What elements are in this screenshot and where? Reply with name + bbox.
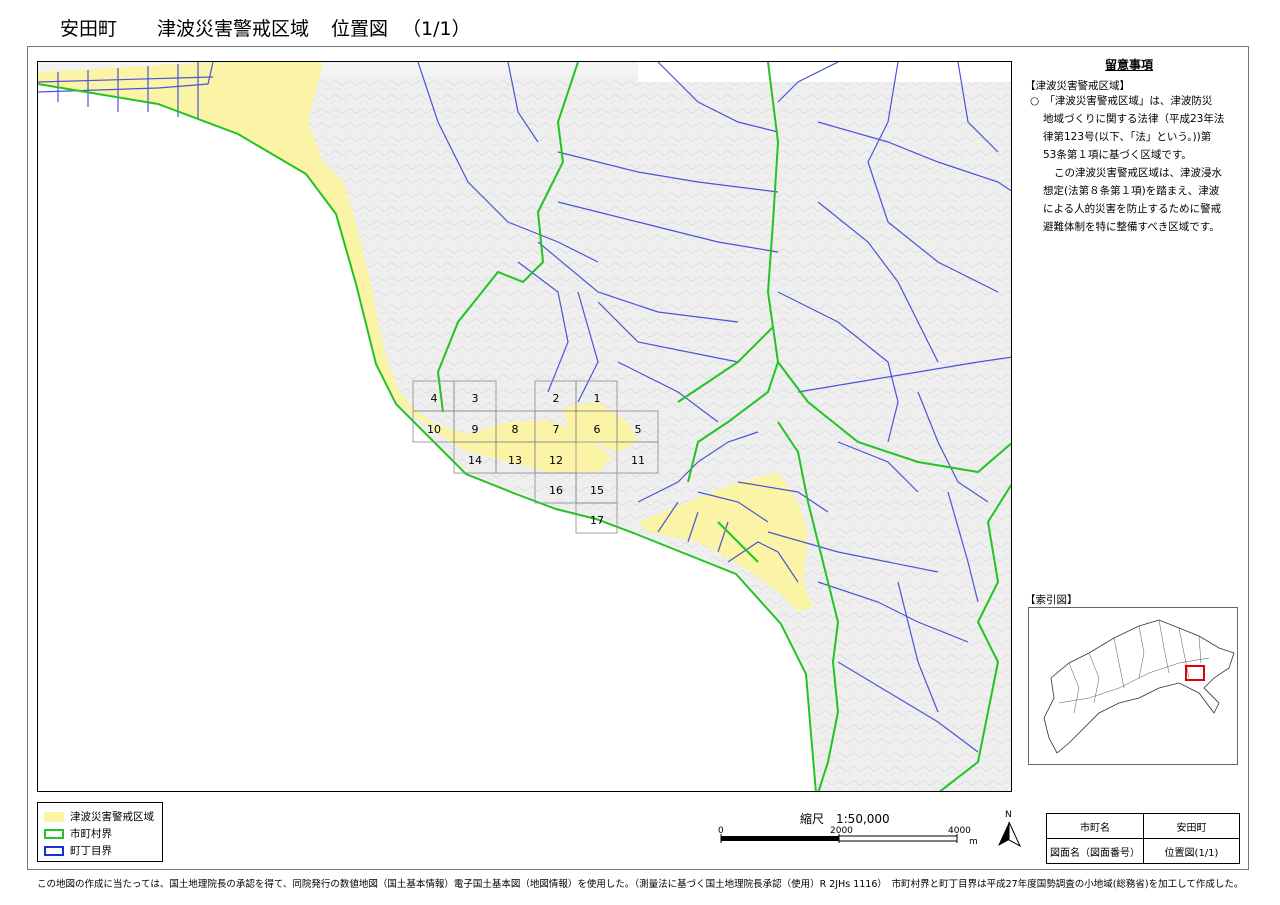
index-map-canvas <box>1043 619 1235 754</box>
note-line-6: 想定(法第８条第１項)を踏まえ、津波 <box>1043 185 1220 197</box>
scale-tick-4000: 4000 <box>948 826 971 836</box>
note-line-2: 地域づくりに関する法律（平成23年法 <box>1043 113 1225 125</box>
legend-item-hazard: 津波災害警戒区域 <box>44 809 154 823</box>
info-label-sheet: 図面名（図面番号） <box>1046 838 1144 864</box>
title-town: 安田町 <box>60 18 118 40</box>
tile-label-14: 14 <box>468 454 482 467</box>
notes-title: 留意事項 <box>1104 58 1153 72</box>
map-title: 安田町 津波災害警戒区域 位置図 （1/1） <box>60 14 471 41</box>
legend-swatch-municipal <box>44 829 64 839</box>
tile-label-17: 17 <box>590 514 604 527</box>
index-map[interactable] <box>1028 607 1238 765</box>
info-value-sheet: 位置図(1/1) <box>1143 838 1240 864</box>
north-arrow-icon: N <box>996 810 1022 848</box>
tile-label-5: 5 <box>635 423 642 436</box>
info-row-sheet: 図面名（図面番号） 位置図(1/1) <box>1046 838 1240 864</box>
legend-item-district: 町丁目界 <box>44 843 112 857</box>
tile-label-11: 11 <box>631 454 645 467</box>
tile-label-3: 3 <box>472 392 479 405</box>
legend-label-municipal: 市町村界 <box>70 828 112 840</box>
legend: 津波災害警戒区域 市町村界 町丁目界 <box>37 802 163 862</box>
title-subject: 津波災害警戒区域 <box>157 18 310 40</box>
scale-label: 縮尺 1:50,000 <box>800 812 890 826</box>
footer-credit: この地図の作成に当たっては、国土地理院長の承認を得て、同院発行の数値地図（国土基… <box>37 879 1244 890</box>
info-value-town: 安田町 <box>1143 813 1240 839</box>
tile-label-1: 1 <box>594 392 601 405</box>
tile-label-7: 7 <box>553 423 560 436</box>
scale-tick-0: 0 <box>718 826 724 836</box>
info-row-town: 市町名 安田町 <box>1046 813 1240 839</box>
note-line-3: 律第123号(以下、「法」という。))第 <box>1043 131 1212 143</box>
tile-label-4: 4 <box>431 392 438 405</box>
note-line-4: 53条第１項に基づく区域です。 <box>1043 149 1192 161</box>
tile-label-9: 9 <box>472 423 479 436</box>
scale-unit: m <box>969 837 978 847</box>
title-page: （1/1） <box>402 18 471 40</box>
map-canvas: 4 3 2 1 10 9 8 7 6 5 14 13 12 11 16 15 1… <box>38 62 1011 791</box>
info-label-town: 市町名 <box>1046 813 1144 839</box>
tile-label-6: 6 <box>594 423 601 436</box>
note-line-1: ○ 「津波災害警戒区域」は、津波防災 <box>1030 95 1213 107</box>
index-map-heading: 【索引図】 <box>1025 594 1078 606</box>
note-line-8: 避難体制を特に整備すべき区域です。 <box>1043 221 1220 233</box>
notes-heading: 【津波災害警戒区域】 <box>1025 80 1130 92</box>
note-line-5: この津波災害警戒区域は、津波浸水 <box>1054 167 1222 179</box>
legend-swatch-district <box>44 846 64 856</box>
tile-label-13: 13 <box>508 454 522 467</box>
legend-swatch-hazard <box>44 812 64 822</box>
legend-item-municipal: 市町村界 <box>44 826 112 840</box>
main-map[interactable]: 4 3 2 1 10 9 8 7 6 5 14 13 12 11 16 15 1… <box>37 61 1012 792</box>
legend-label-hazard: 津波災害警戒区域 <box>70 811 154 823</box>
tile-label-10: 10 <box>427 423 441 436</box>
tile-label-12: 12 <box>549 454 563 467</box>
prefecture-outline <box>1043 619 1235 754</box>
scale-tick-2000: 2000 <box>830 826 853 836</box>
legend-label-district: 町丁目界 <box>70 845 112 857</box>
tile-label-15: 15 <box>590 484 604 497</box>
tile-label-2: 2 <box>553 392 560 405</box>
tile-label-16: 16 <box>549 484 563 497</box>
tile-label-8: 8 <box>512 423 519 436</box>
title-doc: 位置図 <box>331 18 389 40</box>
note-line-7: による人的災害を防止するために警戒 <box>1043 203 1222 215</box>
info-table: 市町名 安田町 図面名（図面番号） 位置図(1/1) <box>1046 813 1240 864</box>
